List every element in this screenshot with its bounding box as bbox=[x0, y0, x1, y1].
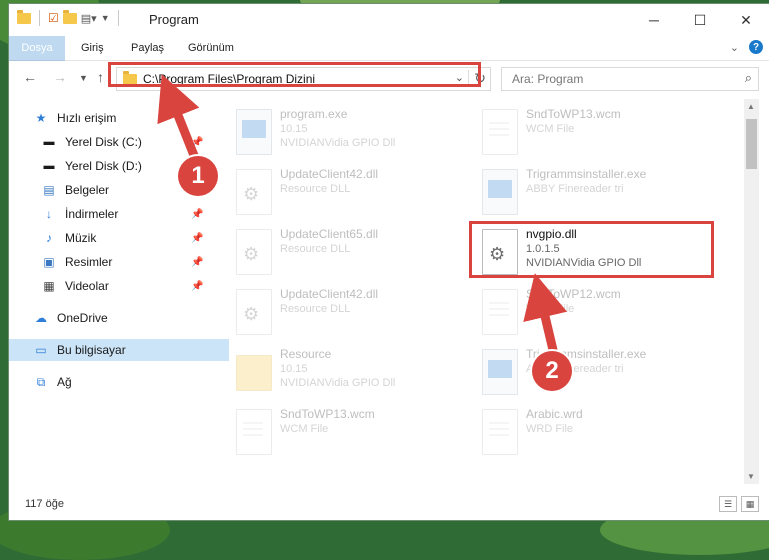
arrow-1 bbox=[157, 74, 200, 163]
callout-badge-1: 1 bbox=[178, 156, 218, 196]
annotation-arrows bbox=[157, 74, 568, 355]
callout-badge-2: 2 bbox=[532, 351, 572, 391]
arrow-2 bbox=[523, 273, 568, 355]
